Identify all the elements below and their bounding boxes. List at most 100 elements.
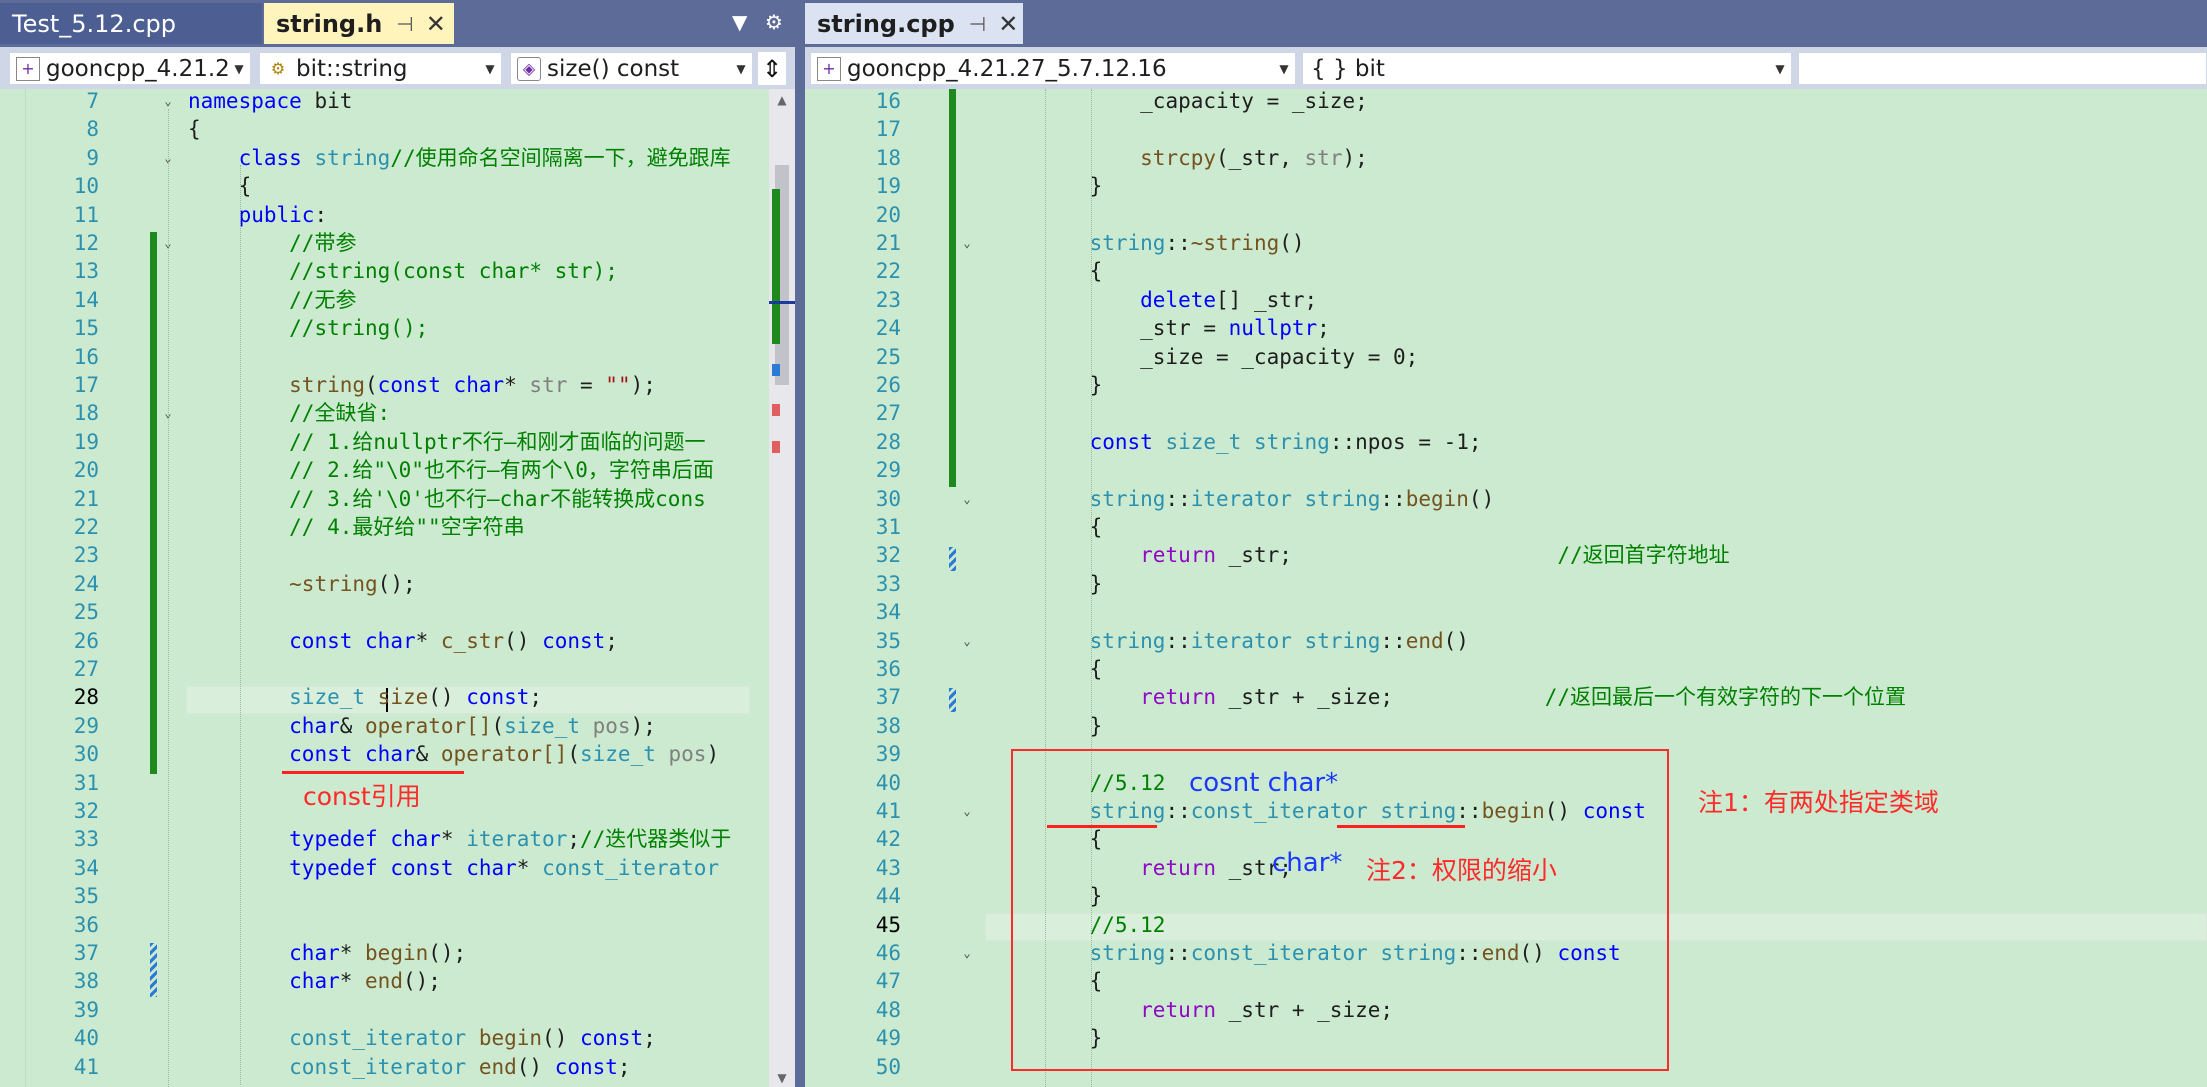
- code-line[interactable]: 8{: [0, 115, 795, 143]
- code-line[interactable]: 29: [805, 456, 2207, 484]
- code-line[interactable]: 38 }: [805, 712, 2207, 740]
- scroll-up-icon[interactable]: ▲: [769, 93, 795, 107]
- code-line[interactable]: 25: [0, 598, 795, 626]
- code-line[interactable]: 22 {: [805, 257, 2207, 285]
- split-icon[interactable]: ⇕: [758, 52, 786, 85]
- settings-icon[interactable]: ⚙: [765, 10, 783, 34]
- code-line[interactable]: 21 // 3.给'\0'也不行—char不能转换成cons: [0, 485, 795, 513]
- code-line[interactable]: 34: [805, 598, 2207, 626]
- code-line[interactable]: 25 _size = _capacity = 0;: [805, 343, 2207, 371]
- code-line[interactable]: 37 char* begin();: [0, 939, 795, 967]
- close-icon[interactable]: ✕: [998, 10, 1018, 38]
- code-line[interactable]: 30 const char& operator[](size_t pos): [0, 740, 795, 768]
- fold-icon[interactable]: ⌄: [961, 635, 973, 647]
- code-line[interactable]: 26 }: [805, 371, 2207, 399]
- code-line[interactable]: 32 return _str; //返回首字符地址: [805, 541, 2207, 569]
- code-token: }: [1039, 174, 1103, 199]
- code-line[interactable]: 24 ~string();: [0, 570, 795, 598]
- code-text: const size_t string::npos = -1;: [1039, 428, 1482, 456]
- scroll-down-icon[interactable]: ▼: [769, 1071, 795, 1085]
- fold-icon[interactable]: ⌄: [961, 805, 973, 817]
- code-token: &: [415, 742, 441, 767]
- code-line[interactable]: 16: [0, 343, 795, 371]
- code-line[interactable]: 35: [0, 882, 795, 910]
- code-token: return: [1140, 685, 1217, 710]
- code-line[interactable]: 27: [805, 399, 2207, 427]
- code-line[interactable]: 23 delete[] _str;: [805, 286, 2207, 314]
- code-line[interactable]: 16 _capacity = _size;: [805, 87, 2207, 115]
- project-dropdown[interactable]: + gooncpp_4.21.2 ▼: [9, 52, 251, 85]
- code-line[interactable]: 38 char* end();: [0, 967, 795, 995]
- code-line[interactable]: 10 {: [0, 172, 795, 200]
- fold-icon[interactable]: ⌄: [961, 237, 973, 249]
- member-dropdown[interactable]: [1798, 52, 2207, 85]
- member-dropdown[interactable]: ◈ size() const ▼: [510, 52, 753, 85]
- code-token: public: [238, 202, 315, 227]
- fold-icon[interactable]: ⌄: [162, 95, 174, 107]
- code-line[interactable]: 20 // 2.给"\0"也不行—有两个\0，字符串后面: [0, 456, 795, 484]
- code-line[interactable]: 31 {: [805, 513, 2207, 541]
- code-line[interactable]: 19 // 1.给nullptr不行—和刚才面临的问题一: [0, 428, 795, 456]
- code-line[interactable]: 7 ⌄ namespace bit: [0, 87, 795, 115]
- code-line[interactable]: 19 }: [805, 172, 2207, 200]
- code-text: string::iterator string::begin(): [1039, 485, 1495, 513]
- code-line[interactable]: 12 ⌄ //带参: [0, 229, 795, 257]
- left-vertical-scrollbar[interactable]: ▲ ▼: [769, 89, 795, 1087]
- code-line[interactable]: 22 // 4.最好给""空字符串: [0, 513, 795, 541]
- code-line[interactable]: 15 //string();: [0, 314, 795, 342]
- tab-string-cpp[interactable]: string.cpp ⊣ ✕: [805, 3, 1023, 44]
- code-line[interactable]: 30 ⌄ string::iterator string::begin(): [805, 485, 2207, 513]
- scope-dropdown[interactable]: ⚙ bit::string ▼: [259, 52, 502, 85]
- code-line[interactable]: 39: [0, 996, 795, 1024]
- code-line[interactable]: 23: [0, 541, 795, 569]
- code-line[interactable]: 28 const size_t string::npos = -1;: [805, 428, 2207, 456]
- code-line[interactable]: 20: [805, 201, 2207, 229]
- code-line[interactable]: 17 string(const char* str = "");: [0, 371, 795, 399]
- code-line[interactable]: 21 ⌄ string::~string(): [805, 229, 2207, 257]
- code-line[interactable]: 37 return _str + _size; //返回最后一个有效字符的下一个…: [805, 683, 2207, 711]
- code-line[interactable]: 27: [0, 655, 795, 683]
- code-line[interactable]: 35 ⌄ string::iterator string::end(): [805, 627, 2207, 655]
- code-line[interactable]: 33 typedef char* iterator;//迭代器类似于: [0, 825, 795, 853]
- tab-test-cpp[interactable]: Test_5.12.cpp: [0, 3, 262, 44]
- code-line[interactable]: 33 }: [805, 570, 2207, 598]
- code-text: //带参: [188, 229, 356, 257]
- code-line[interactable]: 36: [0, 911, 795, 939]
- code-line[interactable]: 9 ⌄ class string//使用命名空间隔离一下，避免跟库: [0, 144, 795, 172]
- pin-icon[interactable]: ⊣: [969, 12, 986, 36]
- code-line[interactable]: 14 //无参: [0, 286, 795, 314]
- scroll-marker-error: [772, 404, 780, 416]
- scope-dropdown[interactable]: { } bit ▼: [1302, 52, 1792, 85]
- code-line[interactable]: 18 ⌄ //全缺省:: [0, 399, 795, 427]
- project-dropdown[interactable]: + gooncpp_4.21.27_5.7.12.16 ▼: [810, 52, 1296, 85]
- pin-icon[interactable]: ⊣: [396, 12, 413, 36]
- code-line[interactable]: 17: [805, 115, 2207, 143]
- fold-icon[interactable]: ⌄: [961, 947, 973, 959]
- line-number: 15: [73, 316, 99, 341]
- pane-splitter[interactable]: [795, 0, 805, 1087]
- code-line[interactable]: 34 typedef const char* const_iterator: [0, 854, 795, 882]
- code-line[interactable]: 28 size_t size() const;: [0, 683, 795, 711]
- line-number: 26: [73, 628, 99, 653]
- code-line[interactable]: 11 public:: [0, 201, 795, 229]
- code-line[interactable]: 29 char& operator[](size_t pos);: [0, 712, 795, 740]
- right-code-editor[interactable]: 16 _capacity = _size; 17 18 strcpy(_str, s…: [805, 89, 2207, 1087]
- code-line[interactable]: 13 //string(const char* str);: [0, 257, 795, 285]
- code-line[interactable]: 36 {: [805, 655, 2207, 683]
- line-number: 30: [875, 486, 901, 511]
- code-line[interactable]: 26 const char* c_str() const;: [0, 627, 795, 655]
- code-line[interactable]: 40 const_iterator begin() const;: [0, 1024, 795, 1052]
- code-line[interactable]: 41 const_iterator end() const;: [0, 1053, 795, 1081]
- tab-list-dropdown-icon[interactable]: ▼: [732, 10, 747, 34]
- code-text: string(const char* str = "");: [188, 371, 656, 399]
- code-token: string: [1304, 628, 1381, 653]
- fold-icon[interactable]: ⌄: [961, 493, 973, 505]
- code-line[interactable]: 18 strcpy(_str, str);: [805, 144, 2207, 172]
- close-icon[interactable]: ✕: [426, 10, 446, 38]
- code-token: (): [1279, 231, 1305, 255]
- left-code-editor[interactable]: 7 ⌄ namespace bit 8{9 ⌄ class string//使用命名空间…: [0, 89, 795, 1087]
- tab-string-h[interactable]: string.h ⊣ ✕: [264, 3, 454, 44]
- code-token: :: [314, 202, 328, 227]
- code-line[interactable]: 24 _str = nullptr;: [805, 314, 2207, 342]
